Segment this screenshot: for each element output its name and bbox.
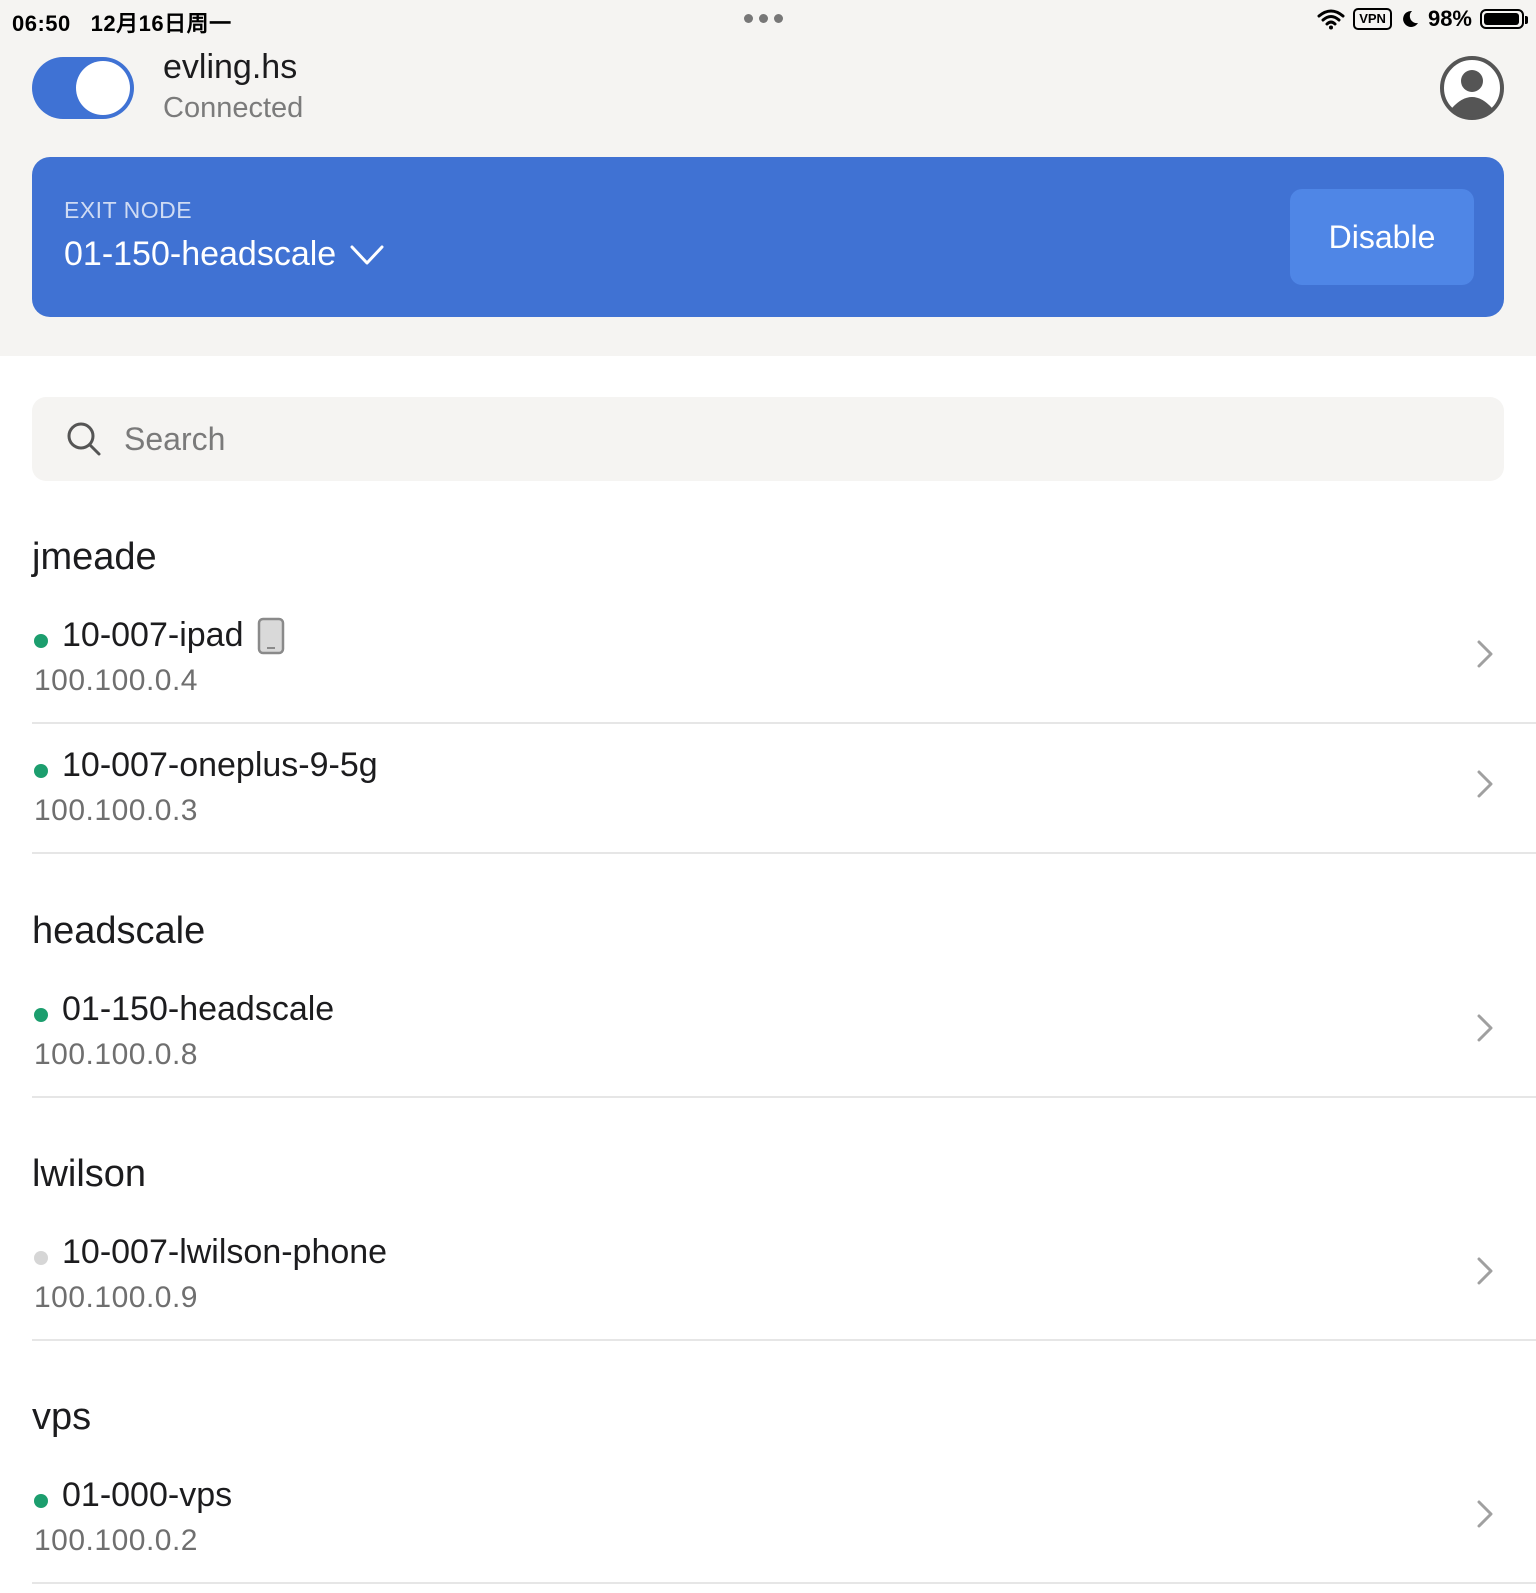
header-area: 06:50 12月16日周一 VPN 98% evling.hs Connect…: [0, 0, 1536, 356]
group-title-vps: vps: [32, 1396, 92, 1438]
row-divider: [32, 1339, 1536, 1341]
disable-exit-node-button[interactable]: Disable: [1290, 189, 1474, 285]
status-indicators: VPN 98%: [1317, 6, 1528, 32]
status-date: 12月16日周一: [90, 11, 232, 36]
search-box[interactable]: [32, 397, 1504, 481]
device-row[interactable]: 10-007-lwilson-phone 100.100.0.9: [32, 1211, 1536, 1341]
status-time: 06:50 12月16日周一: [12, 6, 232, 38]
multitasking-dots-icon[interactable]: [744, 14, 783, 23]
group-title-lwilson: lwilson: [32, 1153, 147, 1195]
chevron-right-icon: [1477, 1257, 1493, 1285]
row-divider: [32, 852, 1536, 854]
device-name-wrap: 10-007-ipad: [62, 616, 285, 655]
device-ip: 100.100.0.2: [34, 1524, 198, 1557]
online-status-dot: [34, 634, 48, 648]
exit-node-value: 01-150-headscale: [64, 235, 337, 273]
group-title-headscale: headscale: [32, 910, 206, 952]
moon-icon: [1403, 10, 1418, 27]
device-ip: 100.100.0.3: [34, 794, 198, 827]
device-row[interactable]: 01-000-vps 100.100.0.2: [32, 1454, 1536, 1584]
device-row[interactable]: 01-150-headscale 100.100.0.8: [32, 968, 1536, 1098]
device-row[interactable]: 10-007-oneplus-9-5g 100.100.0.3: [32, 724, 1536, 854]
chevron-right-icon: [1477, 640, 1493, 668]
online-status-dot: [34, 764, 48, 778]
exit-node-card: EXIT NODE 01-150-headscale Disable: [32, 157, 1504, 317]
exit-node-selector[interactable]: 01-150-headscale: [64, 235, 384, 274]
offline-status-dot: [34, 1251, 48, 1265]
battery-icon: [1480, 9, 1528, 29]
search-input[interactable]: [124, 397, 1464, 481]
device-ip: 100.100.0.8: [34, 1038, 198, 1071]
search-icon: [67, 422, 101, 456]
group-title-jmeade: jmeade: [32, 536, 157, 578]
device-ip: 100.100.0.4: [34, 664, 198, 697]
device-ip: 100.100.0.9: [34, 1281, 198, 1314]
vpn-badge: VPN: [1353, 8, 1392, 30]
vpn-toggle[interactable]: [32, 57, 134, 119]
row-divider: [32, 1096, 1536, 1098]
chevron-right-icon: [1477, 1014, 1493, 1042]
device-name: 10-007-ipad: [62, 616, 244, 654]
device-name: 01-150-headscale: [62, 990, 335, 1028]
battery-fill: [1484, 13, 1520, 25]
chevron-down-icon: [350, 245, 384, 264]
connection-status: Connected: [163, 92, 304, 124]
tablet-icon: [258, 617, 285, 654]
online-status-dot: [34, 1494, 48, 1508]
tailnet-name: evling.hs: [163, 48, 298, 86]
status-bar: 06:50 12月16日周一 VPN 98%: [0, 0, 1536, 40]
account-avatar-icon[interactable]: [1440, 56, 1504, 120]
device-name: 10-007-oneplus-9-5g: [62, 746, 378, 784]
device-name: 01-000-vps: [62, 1476, 233, 1514]
status-clock: 06:50: [12, 11, 71, 36]
exit-node-label: EXIT NODE: [64, 197, 193, 223]
chevron-right-icon: [1477, 1500, 1493, 1528]
device-name: 10-007-lwilson-phone: [62, 1233, 388, 1271]
row-divider: [32, 1582, 1536, 1584]
device-row[interactable]: 10-007-ipad 100.100.0.4: [32, 594, 1536, 724]
chevron-right-icon: [1477, 770, 1493, 798]
wifi-icon: [1317, 9, 1345, 30]
toggle-knob: [76, 61, 130, 115]
battery-percent: 98%: [1427, 6, 1472, 31]
online-status-dot: [34, 1008, 48, 1022]
